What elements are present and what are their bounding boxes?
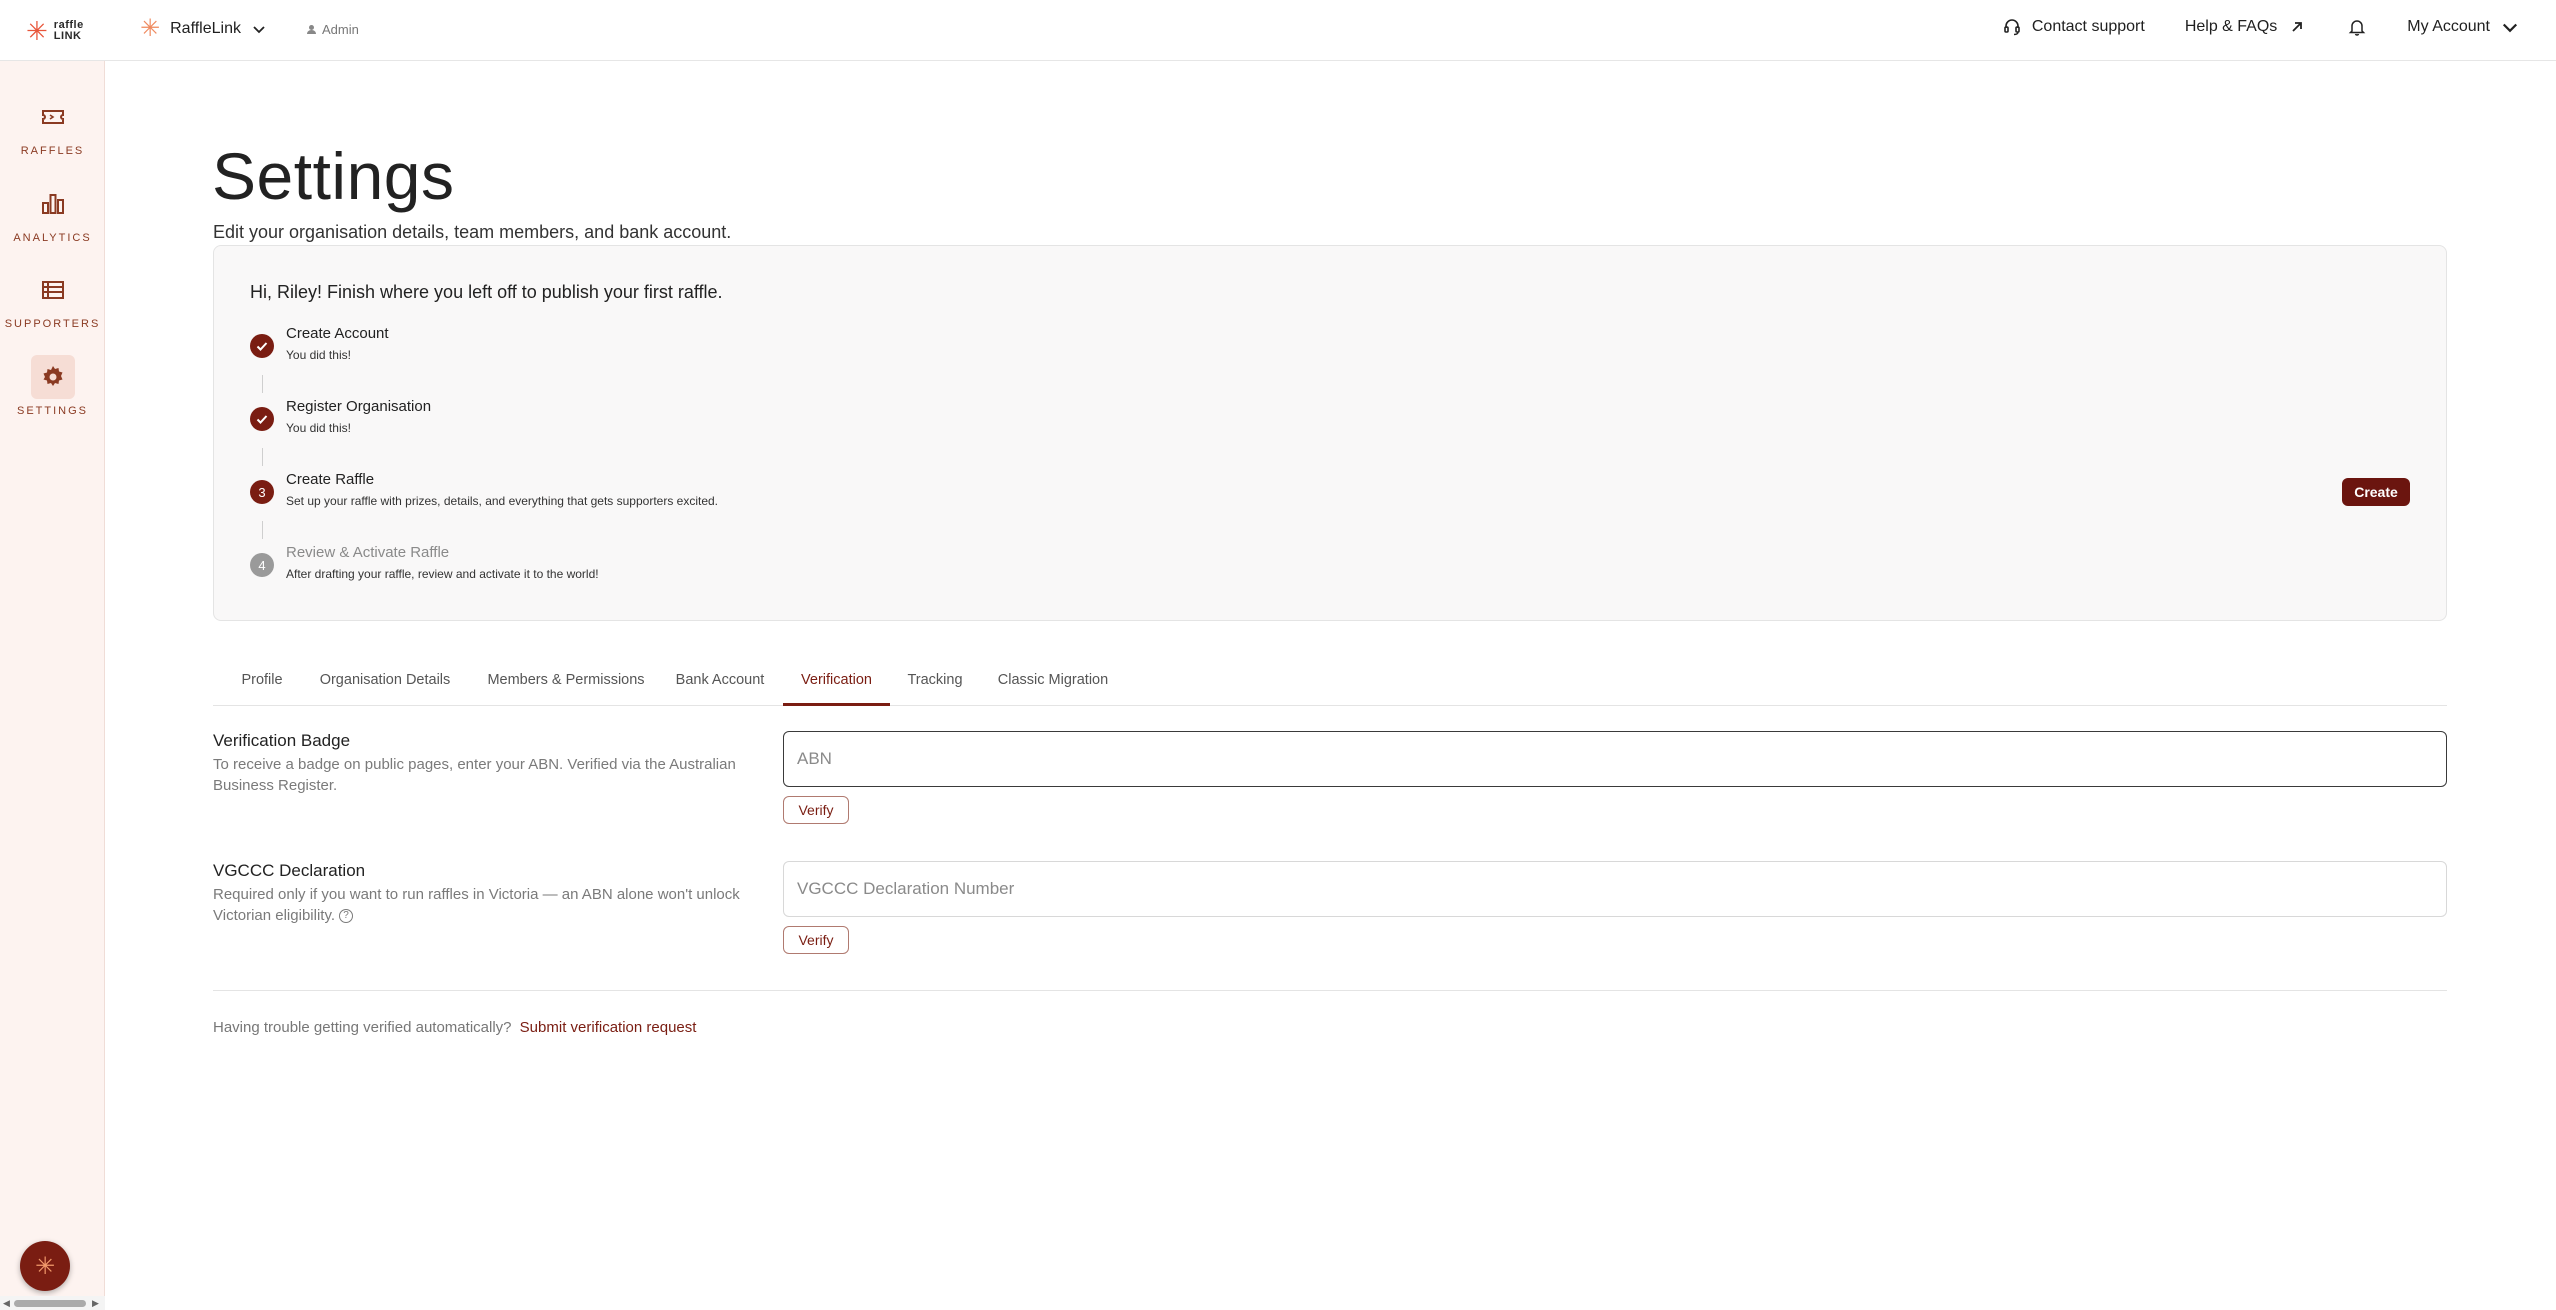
logo-line-2: LINK (53, 30, 82, 42)
vgccc-help-text: Required only if you want to run raffles… (213, 886, 740, 924)
step-title: Review & Activate Raffle (286, 544, 450, 561)
onboarding-step-create-raffle: 3 Create Raffle Set up your raffle with … (250, 471, 718, 508)
sidebar-label-analytics: ANALYTICS (13, 232, 92, 244)
check-icon (250, 334, 274, 358)
my-account-label: My Account (2407, 18, 2490, 35)
step-connector (262, 448, 263, 466)
my-account-menu[interactable]: My Account (2407, 17, 2520, 37)
abn-input[interactable] (783, 731, 2447, 787)
tab-profile[interactable]: Profile (236, 664, 288, 706)
verification-badge-help: To receive a badge on public pages, ente… (213, 756, 736, 794)
step-connector (262, 375, 263, 393)
sidebar-item-settings[interactable]: SETTINGS (0, 355, 105, 417)
contact-support-label: Contact support (2031, 18, 2145, 35)
logo-wordmark: raffle LINK (54, 20, 84, 42)
section-divider (213, 990, 2447, 991)
gear-icon (30, 355, 75, 399)
submit-verification-request-link[interactable]: Submit verification request (520, 1019, 697, 1036)
trouble-text: Having trouble getting verified automati… (213, 1019, 512, 1036)
onboarding-card: Hi, Riley! Finish where you left off to … (213, 245, 2447, 621)
verification-badge-label: Verification Badge (213, 731, 351, 750)
onboarding-step-register-organisation: Register Organisation You did this! (250, 398, 431, 435)
scrollbar-thumb[interactable] (14, 1300, 86, 1307)
sidebar-item-supporters[interactable]: SUPPORTERS (0, 268, 105, 330)
step-number-badge: 3 (250, 480, 274, 504)
vgccc-declaration-help: Required only if you want to run raffles… (213, 884, 773, 926)
tab-classic-migration[interactable]: Classic Migration (993, 664, 1113, 706)
external-link-icon (2292, 22, 2303, 32)
create-raffle-button[interactable]: Create (2342, 478, 2410, 506)
role-indicator: Admin (306, 22, 359, 37)
step-description: Set up your raffle with prizes, details,… (286, 494, 719, 508)
tab-tracking[interactable]: Tracking (904, 664, 966, 706)
sidebar: RAFFLES ANALYTICS SUPPORTERS SETTINGS (0, 61, 105, 1310)
role-label: Admin (322, 22, 359, 37)
logo-star-icon: ✳ (26, 16, 48, 46)
verify-abn-button[interactable]: Verify (783, 796, 849, 824)
onboarding-step-create-account: Create Account You did this! (250, 325, 389, 362)
verify-vgccc-button[interactable]: Verify (783, 926, 849, 954)
sidebar-item-analytics[interactable]: ANALYTICS (0, 182, 105, 244)
top-bar: ✳ raffle LINK ✳ RaffleLink Admin Contact… (0, 0, 2556, 61)
page-title: Settings (212, 139, 455, 213)
tab-organisation-details[interactable]: Organisation Details (315, 664, 455, 706)
onboarding-step-review-activate: 4 Review & Activate Raffle After draftin… (250, 544, 599, 581)
sidebar-label-settings: SETTINGS (16, 405, 88, 417)
headset-icon (2004, 19, 2020, 36)
org-star-icon: ✳ (140, 15, 161, 42)
step-number-badge: 4 (250, 553, 274, 577)
bell-icon (2348, 20, 2366, 36)
contact-support-link[interactable]: Contact support (2002, 17, 2145, 37)
top-actions: Contact support Help & FAQs My Account (2002, 17, 2520, 37)
step-description: You did this! (286, 421, 351, 435)
list-icon (31, 268, 75, 312)
step-title: Register Organisation (286, 398, 432, 415)
star-icon: ✳ (34, 1252, 56, 1280)
step-description: After drafting your raffle, review and a… (286, 567, 599, 581)
help-faqs-link[interactable]: Help & FAQs (2185, 17, 2307, 37)
quick-action-button[interactable]: ✳ (20, 1241, 70, 1291)
settings-tabs: Profile Organisation Details Members & P… (213, 664, 2447, 706)
sidebar-item-raffles[interactable]: RAFFLES (0, 95, 105, 157)
chevron-down-icon (253, 26, 265, 34)
notifications-button[interactable] (2347, 17, 2367, 37)
horizontal-scrollbar[interactable]: ◀ ▶ (0, 1296, 105, 1310)
sidebar-label-raffles: RAFFLES (20, 145, 85, 157)
step-title: Create Raffle (286, 471, 375, 488)
tab-bank-account[interactable]: Bank Account (671, 664, 769, 706)
rafflelink-logo[interactable]: ✳ raffle LINK (26, 18, 84, 44)
scroll-left-icon[interactable]: ◀ (3, 1298, 10, 1309)
organisation-switcher[interactable]: ✳ RaffleLink (140, 17, 267, 41)
tab-members-permissions[interactable]: Members & Permissions (481, 664, 651, 706)
check-icon (250, 407, 274, 431)
user-role-icon (307, 25, 316, 34)
help-faqs-label: Help & FAQs (2184, 18, 2278, 35)
scroll-right-icon[interactable]: ▶ (92, 1298, 99, 1309)
step-connector (262, 521, 263, 539)
page-subtitle: Edit your organisation details, team mem… (213, 222, 732, 242)
tab-verification[interactable]: Verification (783, 664, 890, 706)
vgccc-declaration-label: VGCCC Declaration (213, 861, 366, 880)
sidebar-label-supporters: SUPPORTERS (4, 318, 101, 330)
org-name: RaffleLink (170, 20, 241, 37)
onboarding-title: Hi, Riley! Finish where you left off to … (250, 282, 723, 302)
chevron-down-icon (2502, 23, 2518, 33)
bar-chart-icon (31, 182, 75, 226)
vgccc-declaration-input[interactable] (783, 861, 2447, 917)
verification-trouble-note: Having trouble getting verified automati… (213, 1019, 696, 1036)
step-description: You did this! (286, 348, 351, 362)
step-title: Create Account (286, 325, 389, 342)
question-mark-icon[interactable]: ? (339, 909, 353, 924)
ticket-icon (31, 95, 75, 139)
